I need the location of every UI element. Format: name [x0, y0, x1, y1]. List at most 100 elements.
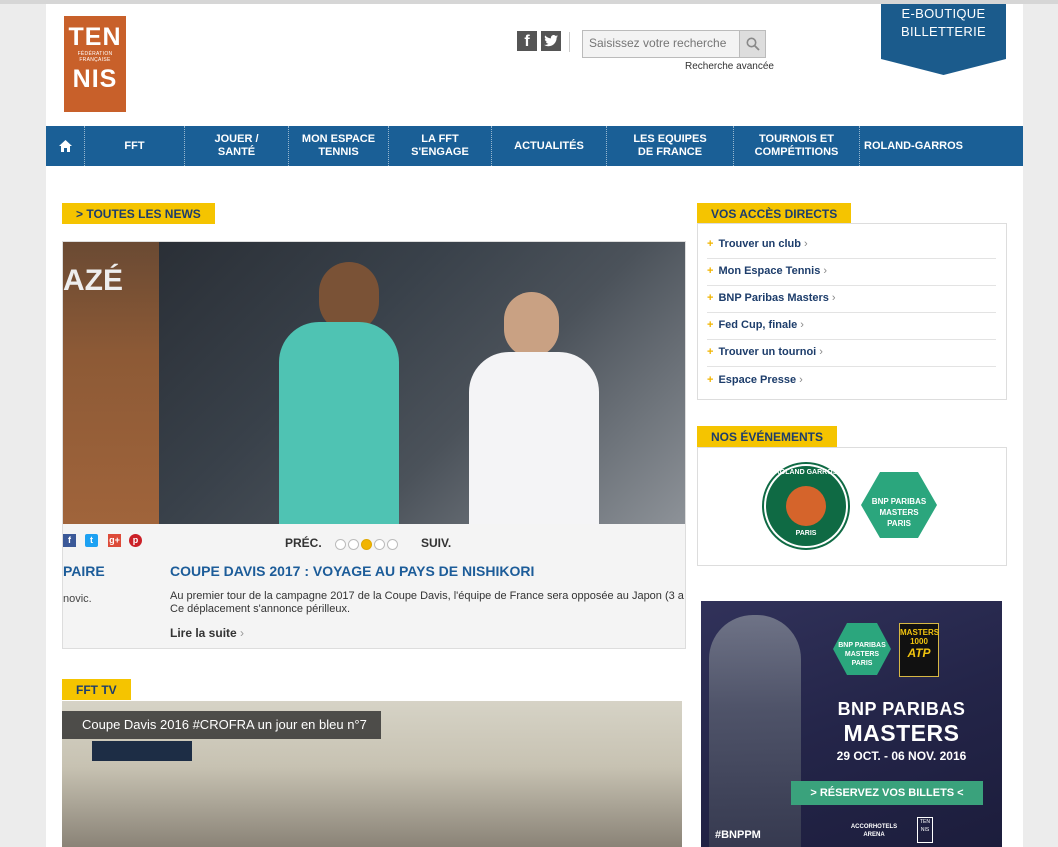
rg-logo-center: [786, 486, 826, 526]
ad-bnp-logo: BNP PARIBAS MASTERS PARIS: [833, 623, 891, 675]
fft-tv-tag[interactable]: FFT TV: [62, 679, 131, 700]
page: TEN FÉDÉRATION FRANÇAISE NIS f Recherche…: [46, 4, 1023, 847]
logo-line-1: TEN: [68, 23, 122, 51]
news-carousel: AZÉ f t g+ p PRÉC. SUIV. PAIRE novic. CO…: [62, 241, 686, 649]
access-item-label: Mon Espace Tennis: [718, 265, 821, 277]
book-tickets-button[interactable]: > RÉSERVEZ VOS BILLETS <: [791, 781, 983, 805]
advanced-search-link[interactable]: Recherche avancée: [685, 61, 774, 72]
roland-garros-logo[interactable]: ROLAND GARROS PARIS: [764, 464, 848, 548]
direct-access-list: + Trouver un club › + Mon Espace Tennis › + B…: [697, 223, 1007, 400]
eshop-ticketing-button[interactable]: E-BOUTIQUE BILLETTERIE: [881, 4, 1006, 76]
access-item-label: BNP Paribas Masters: [718, 292, 829, 304]
chevron-right-icon: ›: [800, 319, 804, 331]
home-icon: [58, 140, 72, 152]
news-excerpt: Au premier tour de la campagne 2017 de l…: [170, 590, 685, 616]
search-button[interactable]: [739, 31, 765, 57]
carousel-next-button[interactable]: SUIV.: [421, 536, 451, 550]
nav-home[interactable]: [46, 126, 85, 166]
read-more-label: Lire la suite: [170, 626, 237, 640]
ad-player-photo: [709, 615, 801, 847]
access-item-fed-cup[interactable]: + Fed Cup, finale ›: [707, 312, 996, 340]
fft-logo[interactable]: TEN FÉDÉRATION FRANÇAISE NIS: [64, 16, 126, 112]
ad-bnp-logo-text: BNP PARIBAS MASTERS PARIS: [833, 641, 891, 668]
chevron-right-icon: ›: [803, 238, 808, 250]
access-item-my-tennis-space[interactable]: + Mon Espace Tennis ›: [707, 258, 996, 286]
previous-slide-excerpt: novic.: [63, 593, 92, 605]
bnp-masters-ad-banner[interactable]: BNP PARIBAS MASTERS PARIS MASTERS 1000 ATP…: [701, 601, 1002, 847]
all-news-tag[interactable]: > TOUTES LES NEWS: [62, 203, 215, 224]
video-background-screen: [92, 741, 192, 761]
photo-text: AZÉ: [63, 264, 123, 297]
plus-icon: +: [707, 292, 714, 304]
eshop-label: E-BOUTIQUE: [901, 6, 986, 21]
nav-item-mon-espace-tennis[interactable]: MON ESPACE TENNIS: [289, 126, 389, 166]
search-icon: [746, 37, 760, 51]
pinterest-share-icon[interactable]: p: [129, 534, 142, 547]
logo-line-3: NIS: [72, 65, 118, 93]
atp-logo-top: MASTERS 1000: [900, 628, 940, 646]
previous-slide-photo[interactable]: AZÉ: [63, 242, 159, 524]
logo-line-2b: FRANÇAISE: [79, 57, 111, 63]
video-player[interactable]: Coupe Davis 2016 #CROFRA un jour en bleu…: [62, 701, 682, 847]
chevron-right-icon: ›: [240, 626, 245, 640]
access-item-press[interactable]: + Espace Presse ›: [707, 367, 996, 394]
search-box: [582, 30, 766, 58]
access-item-label: Trouver un club: [718, 238, 801, 250]
access-item-label: Espace Presse: [718, 374, 797, 386]
carousel-dot[interactable]: [374, 539, 385, 550]
page-gutter: [1023, 4, 1058, 847]
ad-bnp-logo-line: BNP PARIBAS: [838, 642, 886, 649]
facebook-share-icon[interactable]: f: [63, 534, 76, 547]
ad-title-line-1: BNP PARIBAS: [837, 699, 966, 719]
events-tag: NOS ÉVÉNEMENTS: [697, 426, 838, 447]
read-more-link[interactable]: Lire la suite ›: [170, 626, 244, 640]
nav-item-jouer-sante[interactable]: JOUER / SANTÉ: [185, 126, 289, 166]
nav-item-equipes-de-france[interactable]: LES EQUIPES DE FRANCE: [607, 126, 734, 166]
carousel-dots: [335, 537, 400, 555]
news-headline[interactable]: COUPE DAVIS 2017 : VOYAGE AU PAYS DE NIS…: [170, 563, 534, 579]
carousel-dot[interactable]: [348, 539, 359, 550]
photo-figure: [279, 322, 399, 524]
access-item-label: Fed Cup, finale: [718, 319, 798, 331]
events-box: ROLAND GARROS PARIS BNP PARIBAS MASTERS PA…: [697, 447, 1007, 566]
venue-line: ARENA: [863, 832, 885, 838]
chevron-right-icon: ›: [819, 346, 823, 358]
photo-figure: [469, 352, 599, 524]
ad-bnp-logo-line: PARIS: [851, 660, 873, 667]
search-input[interactable]: [583, 31, 733, 55]
access-item-bnp-masters[interactable]: + BNP Paribas Masters ›: [707, 285, 996, 313]
facebook-icon[interactable]: f: [517, 31, 537, 51]
carousel-dot-active[interactable]: [361, 539, 372, 550]
twitter-share-icon[interactable]: t: [85, 534, 98, 547]
previous-slide-title[interactable]: PAIRE: [63, 563, 105, 579]
twitter-icon[interactable]: [541, 31, 561, 51]
carousel-dot[interactable]: [335, 539, 346, 550]
ticketing-label: BILLETTERIE: [901, 24, 986, 39]
ad-bnp-logo-line: MASTERS: [844, 651, 880, 658]
nav-item-tournois-competitions[interactable]: TOURNOIS ET COMPÉTITIONS: [734, 126, 860, 166]
access-item-find-tournament[interactable]: + Trouver un tournoi ›: [707, 339, 996, 367]
plus-icon: +: [707, 346, 714, 358]
rg-logo-bottom-text: PARIS: [795, 530, 817, 537]
plus-icon: +: [707, 238, 714, 250]
bnp-masters-logo[interactable]: BNP PARIBAS MASTERS PARIS: [861, 472, 937, 538]
nav-item-actualites[interactable]: ACTUALITÉS: [492, 126, 607, 166]
nav-item-roland-garros[interactable]: ROLAND-GARROS: [860, 126, 967, 166]
nav-item-fft[interactable]: FFT: [85, 126, 185, 166]
ad-hashtag: #BNPPM: [715, 829, 761, 841]
plus-icon: +: [707, 265, 714, 277]
chevron-right-icon: ›: [823, 265, 827, 277]
googleplus-share-icon[interactable]: g+: [108, 534, 121, 547]
carousel-dot[interactable]: [387, 539, 398, 550]
ad-tennis-logo: TEN NIS: [917, 817, 933, 843]
carousel-prev-button[interactable]: PRÉC.: [285, 536, 322, 550]
access-item-find-club[interactable]: + Trouver un club ›: [707, 231, 996, 259]
ad-dates: 29 OCT. - 06 NOV. 2016: [836, 749, 967, 763]
news-excerpt-line: Ce déplacement s'annonce périlleux.: [170, 603, 351, 615]
plus-icon: +: [707, 319, 714, 331]
video-caption: Coupe Davis 2016 #CROFRA un jour en bleu…: [62, 711, 381, 739]
news-photo[interactable]: [159, 242, 685, 524]
main-nav: FFT JOUER / SANTÉ MON ESPACE TENNIS LA F…: [46, 126, 1023, 166]
nav-item-la-fft-sengage[interactable]: LA FFT S'ENGAGE: [389, 126, 492, 166]
rg-logo-top-text: ROLAND GARROS: [774, 469, 838, 476]
